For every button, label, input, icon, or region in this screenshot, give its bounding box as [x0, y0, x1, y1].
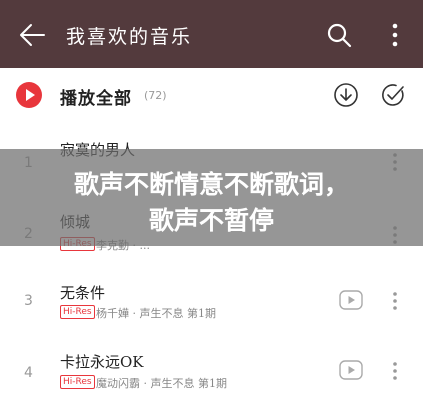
back-arrow-icon[interactable] — [18, 22, 46, 48]
play-all-label[interactable]: 播放全部 — [60, 84, 132, 109]
mv-play-icon[interactable] — [339, 360, 363, 380]
download-icon[interactable] — [333, 82, 359, 108]
hi-res-badge: Hi-Res — [60, 375, 95, 389]
multi-select-icon[interactable] — [380, 82, 406, 108]
song-more-icon[interactable] — [386, 291, 404, 311]
caption-line-2: 歌声不暂停 — [148, 206, 274, 235]
song-subtitle: 杨千嬅 · 声生不息 第1期 — [96, 307, 216, 320]
song-index: 4 — [24, 365, 33, 381]
song-count: (72) — [144, 89, 167, 102]
caption-overlay: 歌声不断情意不断歌词， 歌声不暂停 — [0, 149, 423, 246]
caption-line-1: 歌声不断情意不断歌词， — [73, 170, 349, 199]
song-subtitle: 魔动闪霸 · 声生不息 第1期 — [96, 377, 227, 390]
play-all-icon[interactable] — [16, 82, 42, 108]
more-vertical-icon[interactable] — [382, 22, 408, 48]
app-header: 我喜欢的音乐 — [0, 0, 423, 68]
song-index: 3 — [24, 293, 33, 309]
song-title[interactable]: 卡拉永远OK — [60, 351, 144, 372]
song-more-icon[interactable] — [386, 361, 404, 381]
mv-play-icon[interactable] — [339, 290, 363, 310]
search-icon[interactable] — [326, 22, 352, 48]
hi-res-badge: Hi-Res — [60, 305, 95, 319]
page-title: 我喜欢的音乐 — [66, 26, 193, 48]
song-title[interactable]: 无条件 — [60, 282, 105, 303]
